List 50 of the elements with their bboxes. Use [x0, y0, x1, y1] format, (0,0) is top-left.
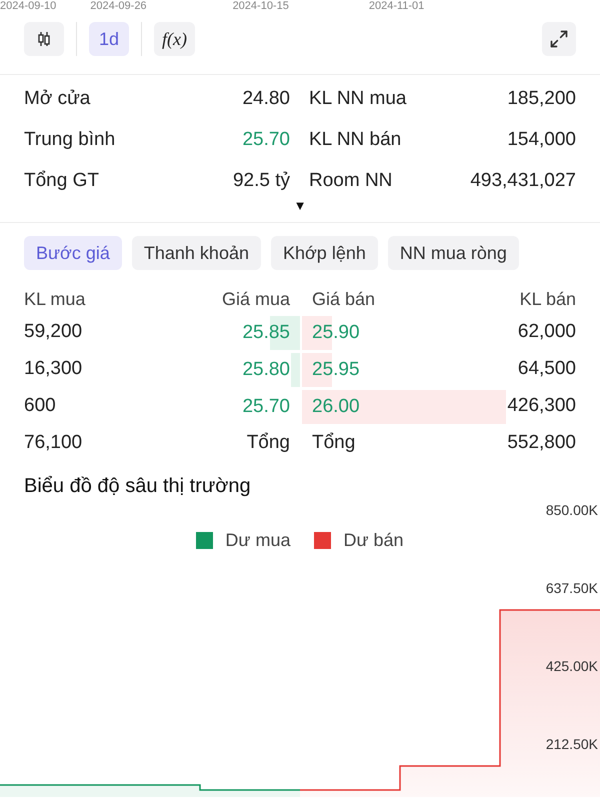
legend-label: Dư mua — [225, 529, 290, 552]
stat-label: Tổng GT — [24, 169, 100, 194]
buy-volume: 59,200 — [24, 320, 84, 344]
column-header: Giá bán — [312, 288, 376, 310]
stat-value: 493,431,027 — [469, 169, 576, 194]
candlestick-icon — [36, 31, 52, 47]
expand-toggle[interactable]: ▼ — [294, 196, 306, 216]
column-header: Giá mua — [220, 288, 290, 310]
stat-label: Trung bình — [24, 128, 116, 152]
total-label: Tổng — [246, 430, 290, 455]
axis-tick-label: 425.00K — [546, 657, 598, 675]
sell-price-cell: 26.00 — [302, 390, 506, 424]
toolbar-button[interactable]: 1d — [89, 22, 129, 56]
chart-type-button[interactable] — [24, 22, 64, 56]
total-sell-volume: 552,800 — [506, 430, 576, 455]
stat-value: 24.80 — [241, 87, 290, 112]
stat-label: Mở cửa — [24, 87, 92, 112]
expand-icon — [549, 29, 569, 49]
buy-price-cell-text: 25.70 — [241, 394, 291, 418]
chart-title: Biểu đồ độ sâu thị trường — [24, 475, 251, 497]
stat-value: 154,000 — [506, 128, 576, 152]
date-label: 2024-11-01 — [368, 0, 424, 13]
stat-value: 185,200 — [506, 87, 576, 112]
axis-tick-label: 850.00K — [546, 501, 598, 519]
buy-volume: 600 — [24, 394, 57, 418]
sell-volume: 426,300 — [507, 394, 576, 418]
axis-tick-label: 212.50K — [546, 735, 598, 753]
sell-volume: 62,000 — [518, 320, 576, 344]
legend-label: Dư bán — [343, 529, 404, 552]
date-label: 2024-09-26 — [90, 0, 147, 13]
stat-value: 92.5 tỷ — [232, 169, 290, 194]
date-label: 2024-09-10 — [0, 0, 56, 13]
toolbar-button[interactable]: f(x) — [154, 22, 195, 56]
total-label: Tổng — [312, 430, 356, 455]
tab[interactable]: Bước giá — [24, 236, 122, 270]
column-header: KL mua — [24, 288, 86, 310]
date-label: 2024-10-15 — [232, 0, 289, 13]
total-buy-volume: 76,100 — [24, 430, 84, 455]
tab[interactable]: NN mua ròng — [388, 236, 519, 270]
buy-volume: 16,300 — [24, 357, 84, 382]
sell-volume: 64,500 — [518, 357, 576, 382]
stat-value: 25.70 — [241, 128, 290, 152]
column-header: KL bán — [518, 288, 576, 310]
tab[interactable]: Thanh khoản — [132, 236, 261, 270]
stat-label: KL NN mua — [309, 87, 408, 112]
axis-tick-label: 637.50K — [546, 579, 598, 597]
fullscreen-button[interactable] — [542, 22, 576, 56]
tab[interactable]: Khớp lệnh — [270, 236, 378, 270]
stat-label: KL NN bán — [309, 128, 402, 152]
stat-label: Room NN — [309, 169, 394, 194]
